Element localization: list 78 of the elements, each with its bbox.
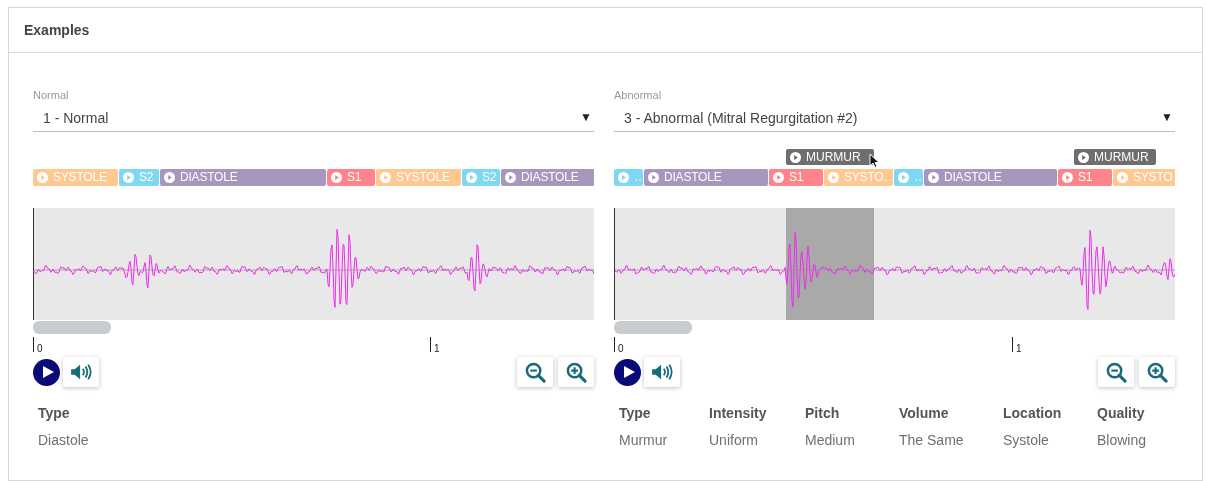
info-heading: Volume bbox=[899, 404, 949, 422]
info-heading: Quality bbox=[1097, 404, 1145, 422]
info-heading: Intensity bbox=[709, 404, 767, 422]
dropdown-value[interactable]: 3 - Abnormal (Mitral Regurgitation #2) bbox=[624, 109, 858, 127]
segment-tag[interactable]: S2 bbox=[462, 169, 500, 186]
zoom-out-icon bbox=[1105, 361, 1127, 383]
play-icon bbox=[466, 172, 477, 183]
volume-button[interactable] bbox=[63, 357, 99, 387]
scrollbar-thumb[interactable] bbox=[614, 321, 692, 334]
zoom-out-button[interactable] bbox=[517, 357, 553, 387]
volume-icon bbox=[651, 363, 673, 381]
play-icon bbox=[164, 172, 175, 183]
play-icon bbox=[622, 366, 635, 378]
axis-tick-label: 0 bbox=[37, 344, 43, 354]
play-icon bbox=[41, 366, 54, 378]
info-value: Murmur bbox=[619, 431, 668, 449]
segment-tag[interactable]: … bbox=[894, 169, 923, 186]
caret-icon[interactable]: ▼ bbox=[580, 110, 592, 124]
zoom-out-icon bbox=[524, 361, 546, 383]
info-heading: Pitch bbox=[805, 404, 840, 422]
dropdown-label: Normal bbox=[33, 88, 69, 102]
segment-tag[interactable]: S1 bbox=[1058, 169, 1112, 186]
play-button[interactable] bbox=[33, 358, 60, 386]
segment-tag[interactable]: S1 bbox=[327, 169, 375, 186]
info-value: Systole bbox=[1003, 431, 1049, 449]
volume-icon bbox=[70, 363, 92, 381]
play-icon bbox=[380, 172, 391, 183]
play-icon bbox=[828, 172, 839, 183]
info-value: The Same bbox=[899, 431, 964, 449]
zoom-in-icon bbox=[1146, 361, 1168, 383]
murmur-tag[interactable]: MURMUR bbox=[1074, 149, 1156, 165]
play-icon bbox=[1078, 151, 1089, 163]
info-value: Blowing bbox=[1097, 431, 1147, 449]
caret-icon[interactable]: ▼ bbox=[1161, 110, 1173, 124]
info-heading: Type bbox=[38, 404, 70, 422]
segment-tag[interactable]: DIASTOLE bbox=[924, 169, 1057, 186]
dropdown-label: Abnormal bbox=[614, 88, 662, 102]
segment-tag[interactable]: SYSTOLE bbox=[376, 169, 461, 186]
segment-tag[interactable]: S2 bbox=[119, 169, 159, 186]
info-value: Diastole bbox=[38, 431, 89, 449]
segment-tag[interactable]: DIASTOLE bbox=[644, 169, 768, 186]
zoom-out-button[interactable] bbox=[1098, 357, 1134, 387]
murmur-tag[interactable]: MURMUR bbox=[786, 149, 874, 165]
play-icon bbox=[773, 172, 784, 183]
play-icon bbox=[618, 172, 629, 183]
play-icon bbox=[505, 172, 516, 183]
dropdown-value[interactable]: 1 - Normal bbox=[43, 109, 109, 127]
play-icon bbox=[123, 172, 134, 183]
scrollbar-thumb[interactable] bbox=[33, 321, 111, 334]
play-icon bbox=[37, 172, 48, 183]
segment-tag[interactable]: DIASTOLE bbox=[160, 169, 326, 186]
play-icon bbox=[648, 172, 659, 183]
zoom-in-icon bbox=[565, 361, 587, 383]
zoom-in-button[interactable] bbox=[558, 357, 594, 387]
segment-tag[interactable]: SYSTOLE bbox=[33, 169, 118, 186]
info-value: Uniform bbox=[709, 431, 758, 449]
info-heading: Type bbox=[619, 404, 651, 422]
play-icon bbox=[898, 172, 909, 183]
play-icon bbox=[928, 172, 939, 183]
segment-tag[interactable]: SYSTO bbox=[1113, 169, 1175, 186]
volume-button[interactable] bbox=[644, 357, 680, 387]
axis-tick-label: 1 bbox=[434, 344, 440, 354]
play-icon bbox=[790, 151, 801, 163]
card-title: Examples bbox=[24, 20, 90, 40]
axis-tick-label: 0 bbox=[618, 344, 624, 354]
play-icon bbox=[1117, 172, 1128, 183]
play-button[interactable] bbox=[614, 358, 641, 386]
segment-tag[interactable]: DIASTOLE bbox=[501, 169, 594, 186]
segment-tag[interactable]: SYSTO… bbox=[824, 169, 893, 186]
info-value: Medium bbox=[805, 431, 855, 449]
waveform-plot[interactable] bbox=[614, 208, 1175, 320]
info-heading: Location bbox=[1003, 404, 1062, 422]
axis-tick-label: 1 bbox=[1016, 344, 1022, 354]
play-icon bbox=[331, 172, 342, 183]
segment-tag[interactable]: S1 bbox=[769, 169, 823, 186]
zoom-in-button[interactable] bbox=[1139, 357, 1175, 387]
play-icon bbox=[1062, 172, 1073, 183]
segment-tag[interactable]: … bbox=[614, 169, 643, 186]
